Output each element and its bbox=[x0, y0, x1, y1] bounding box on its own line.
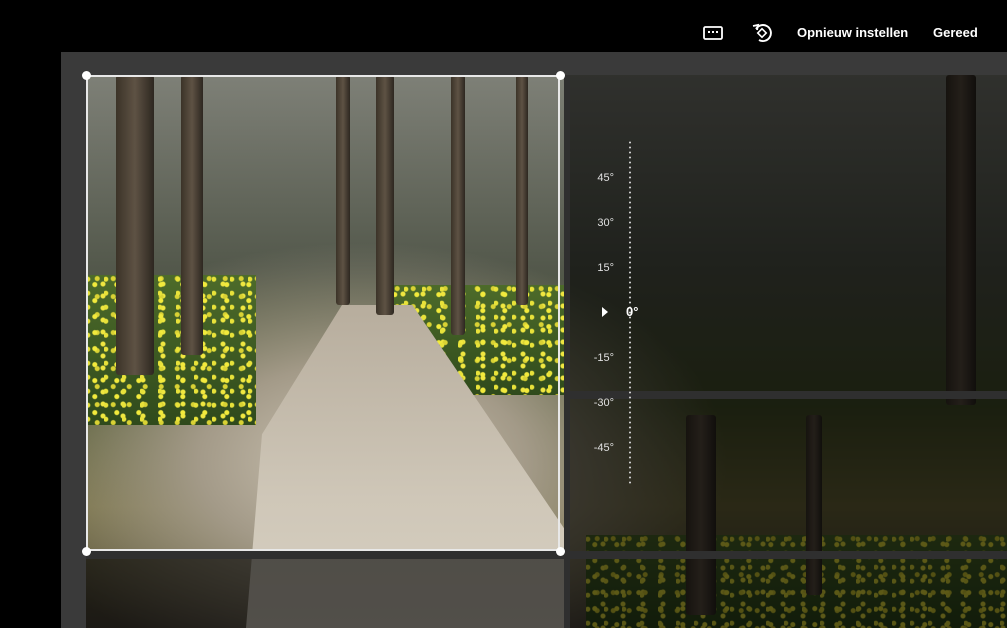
editor-canvas: 45° 30° 15° 0° -15° -30° -45° bbox=[61, 52, 1007, 628]
crop-handle-bottom-left[interactable] bbox=[82, 547, 91, 556]
dial-tick-label: 15° bbox=[597, 262, 614, 274]
photo-editor: Opnieuw instellen Gereed 45° 30° 15° 0° … bbox=[0, 0, 1007, 628]
dial-tick-label: -45° bbox=[593, 442, 614, 454]
aspect-ratio-icon[interactable] bbox=[700, 20, 726, 46]
done-button[interactable]: Gereed bbox=[933, 24, 978, 42]
crop-divider bbox=[86, 551, 1007, 559]
current-angle: 0° bbox=[626, 304, 639, 319]
rotate-icon[interactable] bbox=[749, 20, 775, 46]
crop-handle-top-right[interactable] bbox=[556, 71, 565, 80]
crop-handle-bottom-right[interactable] bbox=[556, 547, 565, 556]
dial-tick-label: 45° bbox=[597, 172, 614, 184]
rotation-dial[interactable]: 45° 30° 15° 0° -15° -30° -45° bbox=[588, 140, 658, 490]
dial-pointer-icon bbox=[602, 307, 608, 317]
dial-tick-label: -15° bbox=[593, 352, 614, 364]
dial-tick-label: -30° bbox=[593, 397, 614, 409]
outside-crop-dim bbox=[86, 559, 570, 628]
crop-handle-top-left[interactable] bbox=[82, 71, 91, 80]
crop-divider bbox=[564, 75, 570, 628]
dial-tick-label: 30° bbox=[597, 217, 614, 229]
top-toolbar: Opnieuw instellen Gereed bbox=[0, 0, 1007, 52]
crop-frame[interactable] bbox=[86, 75, 560, 551]
reset-button[interactable]: Opnieuw instellen bbox=[797, 24, 908, 42]
